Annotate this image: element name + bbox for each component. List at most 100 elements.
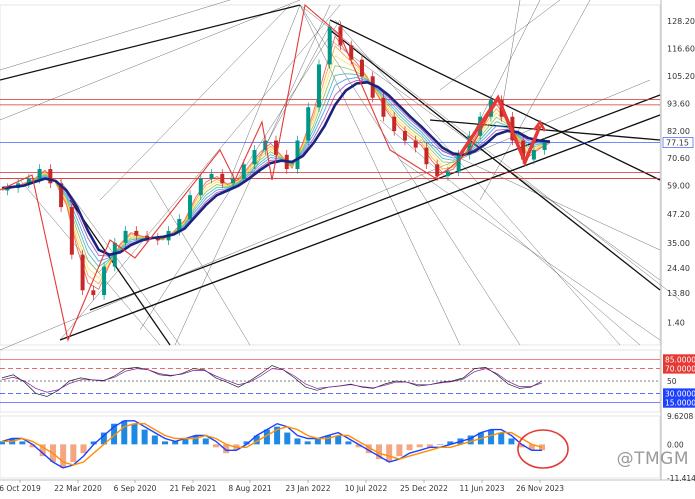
candle-body [102,266,107,296]
rsi-line [1,368,543,393]
macd-tick-label: 9.6208 [667,412,693,421]
time-tick-label: 23 Jan 2022 [286,484,331,493]
candle-body [402,131,407,141]
price-tick-label: 93.60 [667,99,690,108]
macd-histogram-bar [335,435,342,445]
candle-body [220,173,225,184]
macd-histogram-bar [294,438,301,445]
rsi-level-label: 30.0000 [665,389,695,398]
trendline-thin [379,119,641,346]
macd-histogram-bar [437,444,444,445]
macd-histogram-bar [121,420,128,445]
macd-tick-label: 0.00 [667,440,684,449]
candle-body [209,173,214,179]
candle-body [134,230,139,236]
macd-histogram-bar [498,432,505,445]
trendline-thin [59,179,181,346]
price-tick-label: 24.40 [667,264,690,273]
candle-body [91,290,96,296]
trendline-thick [89,94,661,311]
candle-body [241,164,246,179]
rsi-level-label: 85.0000 [665,355,695,364]
price-tick-label: 70.60 [667,154,690,163]
candle-body [370,76,375,98]
macd-histogram-bar [396,444,403,457]
time-tick-label: 22 Mar 2020 [54,484,102,493]
rsi-level-label: 70.0000 [665,365,695,374]
trendline-thin [0,0,301,121]
macd-tick-label: -11.4147 [667,474,695,483]
time-tick-label: 25 Dec 2022 [400,484,448,493]
price-tick-label: 105.20 [667,72,695,81]
trendline-thin [0,0,231,71]
macd-histogram-bar [314,438,321,445]
candle-body [542,142,547,151]
trendline-thick [0,4,301,81]
time-tick-label: 26 Nov 2023 [516,484,564,493]
macd-histogram-bar [325,435,332,445]
time-tick-label: 10 Jul 2022 [345,484,388,493]
candle-body [69,207,74,255]
candle-body [80,254,85,291]
candle-body [177,218,182,231]
candle-body [188,195,193,219]
candle-body [306,107,311,141]
macd-histogram-bar [202,438,209,445]
macd-histogram-bar [488,429,495,445]
trendline-thin [149,179,251,346]
price-tick-label: 82.00 [667,127,690,136]
trendline-thin [299,4,681,301]
candle-body [445,171,450,177]
chart-svg: 128.20 116.60 105.20 93.60 82.00 70.60 59.00 47… [0,0,695,493]
trendline-thin [0,79,651,351]
time-tick-label: 8 Aug 2021 [228,484,271,493]
trendline-thin [439,0,561,91]
macd-histogram-bar [304,441,311,445]
candle-body [198,178,203,196]
macd-histogram-bar [151,435,158,445]
price-tick-label: 1.40 [667,319,685,328]
macd-histogram-bar [70,444,77,463]
candle-body [327,26,332,65]
trendline-thin [139,19,341,331]
macd-line [2,423,543,466]
price-tick-label: 13.80 [667,289,690,298]
time-tick-label: 21 Feb 2021 [170,484,217,493]
candle-body [359,59,364,77]
macd-panel-frame [0,415,661,479]
candle-body [424,147,429,165]
price-tick-label: 47.20 [667,210,690,219]
macd-histogram-bar [406,444,413,451]
macd-histogram-bar [162,441,169,445]
macd-histogram-bar [19,441,26,445]
last-price-label: 77.15 [666,139,689,148]
chart-root: 128.20 116.60 105.20 93.60 82.00 70.60 59.00 47… [0,0,695,495]
price-tick-label: 128.20 [667,17,695,26]
candle-body [123,230,128,243]
time-tick-label: 11 Jun 2023 [459,484,504,493]
candle-body [413,140,418,148]
candle-body [456,154,461,172]
ribbon-ma-line [1,73,551,268]
macd-histogram-bar [131,423,138,445]
macd-histogram-bar [284,432,291,445]
candle-body [37,169,42,179]
candle-body [381,97,386,117]
candle-body [252,150,257,165]
macd-histogram-bar [60,444,67,468]
macd-histogram-bar [508,438,515,445]
trendline-thick [329,29,661,291]
trendline-thin [334,19,621,346]
trendline-thin [99,4,291,201]
rsi-level-label: 15.0000 [665,399,695,408]
macd-histogram-bar [141,429,148,445]
macd-histogram-bar [345,441,352,445]
macd-histogram-bar [80,444,87,454]
rsi-mid-label: 50 [667,377,677,386]
ribbon-ma-line [1,80,551,257]
candle-body [392,116,397,132]
trendline-thin [299,4,521,346]
macd-histogram-bar [416,444,423,448]
candle-body [295,140,300,170]
price-tick-label: 116.60 [667,45,695,54]
